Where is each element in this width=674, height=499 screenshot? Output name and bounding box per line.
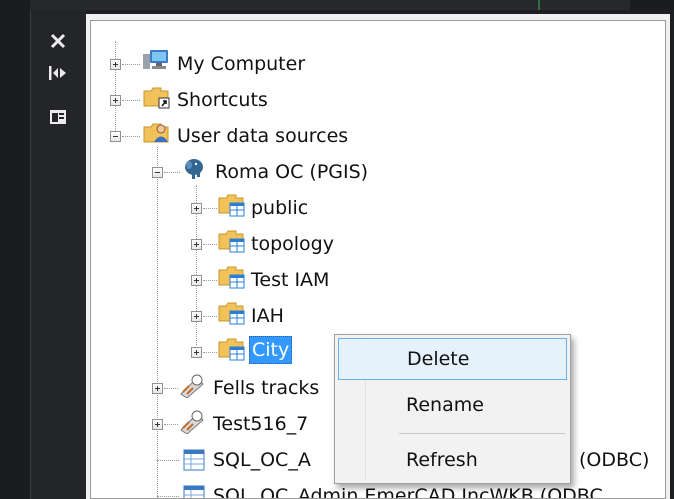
menu-separator [399,433,565,434]
menu-item-label: Rename [406,394,484,416]
tree-line [164,388,178,389]
tree-line [164,172,180,173]
tree-node-label: Fells tracks [213,377,320,399]
expand-my-computer-icon[interactable] [110,59,121,70]
tree-node-label: User data sources [177,125,349,147]
menu-item-label: Refresh [406,449,478,471]
tree-node-suffix: (ODBC) [579,449,650,471]
tree-node-fells-tracks[interactable]: Fells tracks [211,373,321,403]
left-rail [0,10,30,499]
expand-shortcuts-icon[interactable] [110,95,121,106]
tree-node-label: topology [251,233,334,255]
table-icon [179,447,209,473]
tree-node-label: SQL_OC_Admin EmerCAD IncWKB (ODBC [213,485,603,499]
tree-node-label: Test IAM [251,269,330,291]
tree-line [203,316,217,317]
expand-iah-icon[interactable] [191,311,202,322]
menu-item-delete[interactable]: Delete [338,338,567,380]
tree-line [122,100,140,101]
title-strip-segment [30,0,630,10]
tree-node-user-data-sources[interactable]: User data sources [175,121,350,151]
menu-item-rename[interactable]: Rename [338,384,567,426]
collapse-roma-oc-icon[interactable] [152,167,163,178]
expand-fells-tracks-icon[interactable] [152,383,163,394]
tree-line [203,280,217,281]
properties-icon[interactable] [45,106,71,128]
context-menu: Delete Rename Refresh [334,334,571,484]
tree-node-label: Shortcuts [177,89,268,111]
table-icon [179,483,209,498]
tree-node-test516-7[interactable]: Test516_7 [211,409,310,439]
gps-track-icon [177,408,207,435]
tree-node-test-iam[interactable]: Test IAM [249,265,331,295]
tree-node-city[interactable]: City [249,335,293,365]
computer-icon [141,48,171,74]
tree-line [164,424,178,425]
tree-node-sql-oc-a[interactable]: SQL_OC_A [211,445,313,475]
schema-folder-icon [217,300,247,326]
schema-folder-icon [217,228,247,254]
tree-node-iah[interactable]: IAH [249,301,286,331]
tree-line [203,208,217,209]
expand-public-icon[interactable] [191,203,202,214]
tree-line [157,496,179,497]
tree-line [122,64,140,65]
postgis-elephant-icon [179,156,209,182]
auto-hide-icon[interactable] [45,62,71,84]
tree-node-label: City [249,336,293,364]
close-icon[interactable] [45,30,71,52]
title-strip-accent [538,0,540,10]
title-strip [0,0,674,10]
tree-node-my-computer[interactable]: My Computer [175,49,307,79]
tree-line [122,136,140,137]
tree-line [203,352,217,353]
schema-folder-icon [217,336,247,362]
tree-line [157,460,179,461]
expand-city-icon[interactable] [191,347,202,358]
tree-node-label: IAH [251,305,284,327]
tree-node-label: Roma OC (PGIS) [215,161,369,183]
palette-side-toolbar [30,10,86,499]
tree-node-label: Test516_7 [213,413,309,435]
tree-node-roma-oc[interactable]: Roma OC (PGIS) [213,157,370,187]
folder-user-icon [141,120,171,146]
expand-test-iam-icon[interactable] [191,275,202,286]
tree-node-label: My Computer [177,53,306,75]
tree-node-shortcuts[interactable]: Shortcuts [175,85,270,115]
tree-node-label: public [251,197,309,219]
tree-node-label: SQL_OC_A [213,449,311,471]
tree-node-sql-oc-a-suffix: (ODBC) [577,445,651,475]
tree-line [115,41,116,137]
menu-item-refresh[interactable]: Refresh [338,439,567,481]
schema-folder-icon [217,192,247,218]
collapse-user-data-sources-icon[interactable] [110,131,121,142]
expand-topology-icon[interactable] [191,239,202,250]
tree-line [203,244,217,245]
tree-node-topology[interactable]: topology [249,229,336,259]
schema-folder-icon [217,264,247,290]
expand-test516-icon[interactable] [152,419,163,430]
folder-shortcut-icon [141,84,171,110]
menu-item-label: Delete [407,348,470,370]
tree-node-public[interactable]: public [249,193,310,223]
gps-track-icon [177,372,207,399]
tree-line [157,147,158,498]
